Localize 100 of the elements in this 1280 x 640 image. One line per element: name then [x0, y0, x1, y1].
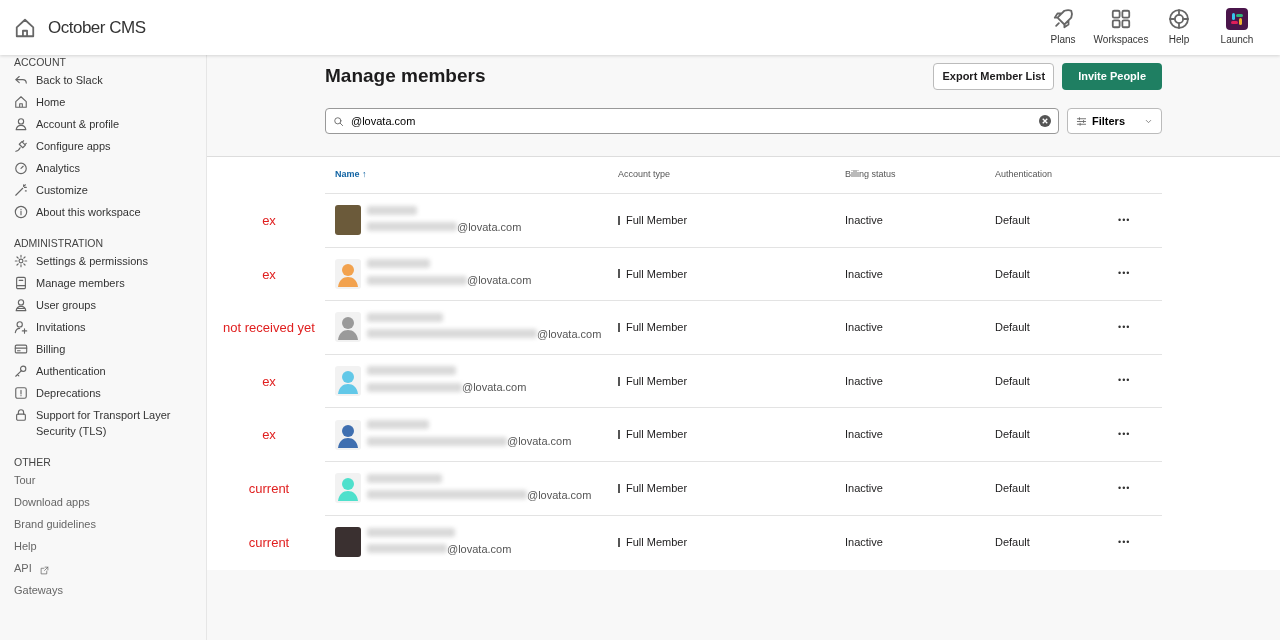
sidebar-item[interactable]: About this workspace — [14, 201, 192, 223]
search-field[interactable]: @lovata.com — [325, 108, 1059, 134]
sidebar-item[interactable]: Deprecations — [14, 382, 192, 404]
annotation-text: not received yet — [223, 319, 315, 338]
role-marker — [618, 537, 620, 547]
sidebar-item[interactable]: Help — [14, 535, 192, 557]
authentication-type: Default — [995, 373, 1031, 389]
home-icon — [14, 95, 28, 109]
role-marker — [618, 269, 620, 279]
sidebar-item[interactable]: Invitations — [14, 316, 192, 338]
plug-icon — [14, 139, 28, 153]
email-text: @lovata.com — [507, 433, 572, 449]
authentication-type: Default — [995, 266, 1031, 282]
gear-icon — [14, 254, 28, 268]
billing-status: Inactive — [845, 373, 884, 389]
header-action-button[interactable]: Workspaces — [1092, 8, 1150, 47]
redacted-name — [367, 419, 429, 429]
invite-button[interactable]: Invite People — [1062, 63, 1162, 90]
person-icon — [14, 117, 28, 131]
role-marker — [618, 323, 620, 332]
account-type: Full Member — [626, 320, 688, 336]
authentication-type: Default — [995, 320, 1031, 336]
filters-button[interactable]: Filters — [1067, 108, 1162, 134]
column-header[interactable]: Account type — [618, 168, 845, 182]
sidebar-item[interactable]: Manage members — [14, 272, 192, 294]
alert-icon — [14, 386, 28, 400]
section-heading: OTHER — [14, 455, 52, 469]
role-marker — [618, 430, 620, 440]
redacted-name — [367, 259, 430, 269]
launch-button[interactable]: Launch — [1208, 8, 1266, 47]
annotation-text: ex — [262, 265, 276, 284]
more-button[interactable]: ••• — [1118, 481, 1131, 495]
account-type: Full Member — [626, 535, 688, 551]
sidebar-item[interactable]: Download apps — [14, 491, 192, 513]
export-button[interactable]: Export Member List — [933, 63, 1055, 90]
annotation-text: ex — [262, 212, 276, 231]
sidebar-item[interactable]: Customize — [14, 179, 192, 201]
sidebar-item[interactable]: Configure apps — [14, 135, 192, 157]
sidebar-item[interactable]: Home — [14, 91, 192, 113]
authentication-type: Default — [995, 213, 1031, 229]
authentication-type: Default — [995, 535, 1031, 551]
rocket-icon — [1052, 8, 1074, 30]
key-icon — [14, 364, 28, 378]
more-button[interactable]: ••• — [1118, 427, 1131, 442]
annotation-text: current — [248, 480, 290, 498]
gauge-icon — [14, 161, 28, 175]
sidebar-item[interactable]: Authentication — [14, 360, 192, 382]
id-card-icon — [14, 276, 28, 290]
sidebar-item[interactable]: Brand guidelines — [14, 513, 192, 535]
email-text: @lovata.com — [527, 487, 592, 503]
home-icon — [14, 16, 36, 39]
sidebar-item[interactable]: API — [14, 557, 192, 579]
grid-icon — [1110, 8, 1132, 30]
annotation-text: ex — [262, 372, 276, 391]
sidebar-item[interactable]: Settings & permissions — [14, 250, 192, 272]
sidebar-item[interactable]: Analytics — [14, 157, 192, 179]
email-text: @lovata.com — [447, 541, 512, 557]
account-type: Full Member — [626, 266, 688, 282]
sidebar-item[interactable]: Gateways — [14, 579, 192, 601]
account-type: Full Member — [626, 373, 688, 389]
annotation-text: current — [248, 533, 290, 552]
workspace-name: October CMS — [48, 16, 146, 39]
page-title: Manage members — [325, 65, 486, 88]
people-icon — [14, 298, 28, 312]
lifebuoy-icon — [1168, 8, 1190, 30]
authentication-type: Default — [995, 481, 1031, 496]
header-action-button[interactable]: Help — [1150, 8, 1208, 47]
account-type: Full Member — [626, 481, 688, 496]
column-header[interactable]: Authentication — [995, 168, 1118, 182]
more-button[interactable]: ••• — [1118, 535, 1131, 550]
header-action-button[interactable]: Plans — [1034, 8, 1092, 47]
column-header[interactable]: Billing status — [845, 168, 995, 182]
search-icon — [333, 115, 344, 127]
more-button[interactable]: ••• — [1118, 320, 1131, 335]
info-icon — [14, 205, 28, 219]
sidebar-item[interactable]: Billing — [14, 338, 192, 360]
billing-status: Inactive — [845, 481, 884, 496]
sidebar-item[interactable]: Account & profile — [14, 113, 192, 135]
authentication-type: Default — [995, 427, 1031, 443]
app-logo-icon — [1226, 8, 1248, 30]
add-person-icon — [14, 320, 28, 334]
email-text: @lovata.com — [457, 219, 522, 235]
more-button[interactable]: ••• — [1118, 267, 1131, 281]
sidebar-item[interactable]: Support for Transport Layer Security (TLS) — [14, 404, 192, 442]
billing-status: Inactive — [845, 266, 884, 282]
more-button[interactable]: ••• — [1118, 213, 1131, 228]
role-marker — [618, 376, 620, 386]
sliders-icon — [1076, 115, 1087, 127]
sidebar-item[interactable]: Back to Slack — [14, 69, 192, 91]
sidebar-item[interactable]: Tour — [14, 469, 192, 491]
section-heading: ADMINISTRATION — [14, 236, 105, 250]
credit-card-icon — [14, 342, 28, 356]
lock-icon — [14, 408, 28, 422]
back-arrow-icon — [14, 73, 28, 87]
column-header[interactable]: Name ↑ — [325, 168, 618, 182]
sidebar-item[interactable]: User groups — [14, 294, 192, 316]
email-text: @lovata.com — [462, 380, 527, 396]
clear-icon[interactable] — [1039, 115, 1051, 127]
role-marker — [618, 215, 620, 225]
more-button[interactable]: ••• — [1118, 374, 1131, 388]
